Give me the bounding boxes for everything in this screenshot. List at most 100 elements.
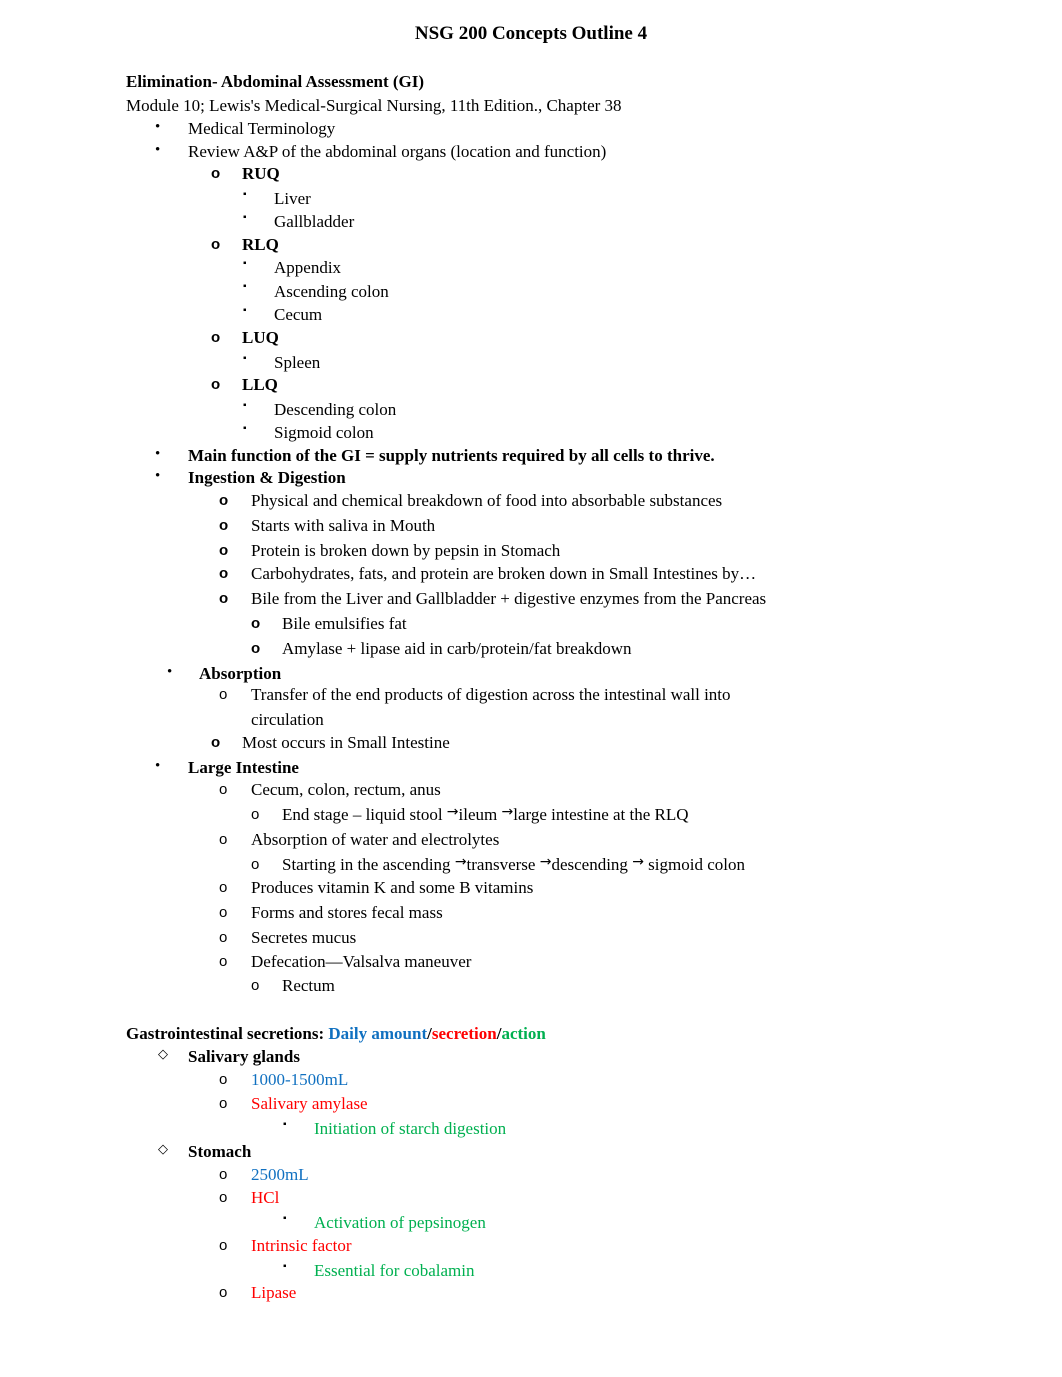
circle-bullet-icon: o [251, 640, 261, 657]
secretions-heading-text: Gastrointestinal secretions: [126, 1024, 329, 1043]
section-heading-elimination: Elimination- Abdominal Assessment (GI) [126, 72, 425, 91]
stomach-heading: Stomach [188, 1142, 252, 1161]
bullet-icon: • [155, 142, 161, 158]
absorption-heading: Absorption [199, 664, 282, 683]
stomach-secretion: Lipase [251, 1283, 297, 1302]
organ-item: Sigmoid colon [274, 423, 374, 442]
stomach-amount: 2500mL [251, 1165, 309, 1184]
legend-secretion: secretion [431, 1024, 497, 1043]
ingestion-point: Protein is broken down by pepsin in Stom… [251, 541, 561, 560]
bullet-icon: • [155, 119, 161, 135]
circle-bullet-icon: o [219, 1189, 228, 1206]
circle-bullet-icon: o [251, 856, 260, 873]
arrow-right-icon: → [501, 804, 514, 820]
list-item-medical-terminology: Medical Terminology [188, 119, 336, 138]
flow-text: sigmoid colon [643, 855, 745, 874]
circle-bullet-icon: o [211, 734, 221, 751]
list-item-review-ap: Review A&P of the abdominal organs (loca… [188, 142, 607, 161]
square-bullet-icon: ▪ [243, 189, 247, 200]
circle-bullet-icon: o [219, 953, 228, 970]
square-bullet-icon: ▪ [243, 212, 247, 223]
organ-item: Gallbladder [274, 212, 355, 231]
stomach-action: Essential for cobalamin [314, 1261, 475, 1280]
quadrant-rlq: RLQ [242, 235, 279, 254]
absorption-point-line1: Transfer of the end products of digestio… [251, 685, 731, 704]
ingestion-point: Starts with saliva in Mouth [251, 516, 436, 535]
quadrant-llq: LLQ [242, 375, 278, 394]
stomach-action: Activation of pepsinogen [314, 1213, 486, 1232]
circle-bullet-icon: o [211, 329, 221, 346]
square-bullet-icon: ▪ [243, 423, 247, 434]
arrow-right-icon: → [446, 804, 459, 820]
absorption-point-line2: circulation [251, 710, 324, 729]
circle-bullet-icon: o [211, 376, 221, 393]
bullet-icon: • [155, 758, 161, 774]
main-function-statement: Main function of the GI = supply nutrien… [188, 446, 715, 465]
circle-bullet-icon: o [219, 781, 228, 798]
circle-bullet-icon: o [211, 165, 221, 182]
circle-bullet-icon: o [211, 236, 221, 253]
stomach-secretion: Intrinsic factor [251, 1236, 352, 1255]
large-intestine-point: Defecation—Valsalva maneuver [251, 952, 472, 971]
salivary-action: Initiation of starch digestion [314, 1119, 507, 1138]
large-intestine-point: Produces vitamin K and some B vitamins [251, 878, 534, 897]
reference-line: Module 10; Lewis's Medical-Surgical Nurs… [126, 96, 622, 115]
flow-text: ileum [458, 805, 502, 824]
circle-bullet-icon: o [251, 615, 261, 632]
flow-text: descending [551, 855, 633, 874]
flow-text: End stage – liquid stool [282, 805, 447, 824]
organ-item: Spleen [274, 353, 321, 372]
square-bullet-icon: ▪ [243, 400, 247, 411]
square-bullet-icon: ▪ [283, 1213, 287, 1224]
circle-bullet-icon: o [219, 1071, 228, 1088]
end-stage-flow: End stage – liquid stool →ileum →large i… [282, 804, 689, 826]
square-bullet-icon: ▪ [243, 281, 247, 292]
large-intestine-point: Cecum, colon, rectum, anus [251, 780, 441, 799]
arrow-right-icon: → [632, 854, 644, 870]
circle-bullet-icon: o [219, 904, 228, 921]
arrow-right-icon: → [454, 854, 467, 870]
large-intestine-point: Absorption of water and electrolytes [251, 830, 500, 849]
flow-text: large intestine at the RLQ [513, 805, 689, 824]
large-intestine-heading: Large Intestine [188, 758, 299, 777]
absorption-point: Most occurs in Small Intestine [242, 733, 450, 752]
colon-flow: Starting in the ascending →transverse →d… [282, 854, 745, 876]
legend-daily-amount: Daily amount [328, 1024, 428, 1043]
circle-bullet-icon: o [219, 542, 229, 559]
stomach-secretion: HCl [251, 1188, 280, 1207]
flow-text: Starting in the ascending [282, 855, 455, 874]
circle-bullet-icon: o [219, 1095, 228, 1112]
salivary-glands-heading: Salivary glands [188, 1047, 300, 1066]
salivary-secretion: Salivary amylase [251, 1094, 368, 1113]
circle-bullet-icon: o [219, 1284, 228, 1301]
circle-bullet-icon: o [219, 492, 229, 509]
secretions-heading: Gastrointestinal secretions: Daily amoun… [126, 1024, 546, 1044]
ingestion-point: Physical and chemical breakdown of food … [251, 491, 723, 510]
salivary-amount: 1000-1500mL [251, 1070, 349, 1089]
circle-bullet-icon: o [251, 977, 260, 994]
organ-item: Ascending colon [274, 282, 389, 301]
document-title: NSG 200 Concepts Outline 4 [414, 23, 648, 44]
ingestion-subpoint: Bile emulsifies fat [282, 614, 407, 633]
circle-bullet-icon: o [219, 565, 229, 582]
circle-bullet-icon: o [219, 929, 228, 946]
circle-bullet-icon: o [219, 831, 228, 848]
circle-bullet-icon: o [219, 879, 228, 896]
arrow-right-icon: → [539, 854, 552, 870]
large-intestine-subpoint: Rectum [282, 976, 335, 995]
bullet-icon: • [155, 446, 161, 462]
diamond-bullet-icon: ◇ [158, 1047, 168, 1062]
flow-text: transverse [466, 855, 540, 874]
circle-bullet-icon: o [251, 806, 260, 823]
circle-bullet-icon: o [219, 686, 228, 703]
bullet-icon: • [155, 468, 161, 484]
circle-bullet-icon: o [219, 1237, 228, 1254]
circle-bullet-icon: o [219, 1166, 228, 1183]
square-bullet-icon: ▪ [283, 1119, 287, 1130]
square-bullet-icon: ▪ [243, 258, 247, 269]
circle-bullet-icon: o [219, 590, 229, 607]
circle-bullet-icon: o [219, 517, 229, 534]
organ-item: Appendix [274, 258, 342, 277]
quadrant-luq: LUQ [242, 328, 279, 347]
organ-item: Liver [274, 189, 311, 208]
